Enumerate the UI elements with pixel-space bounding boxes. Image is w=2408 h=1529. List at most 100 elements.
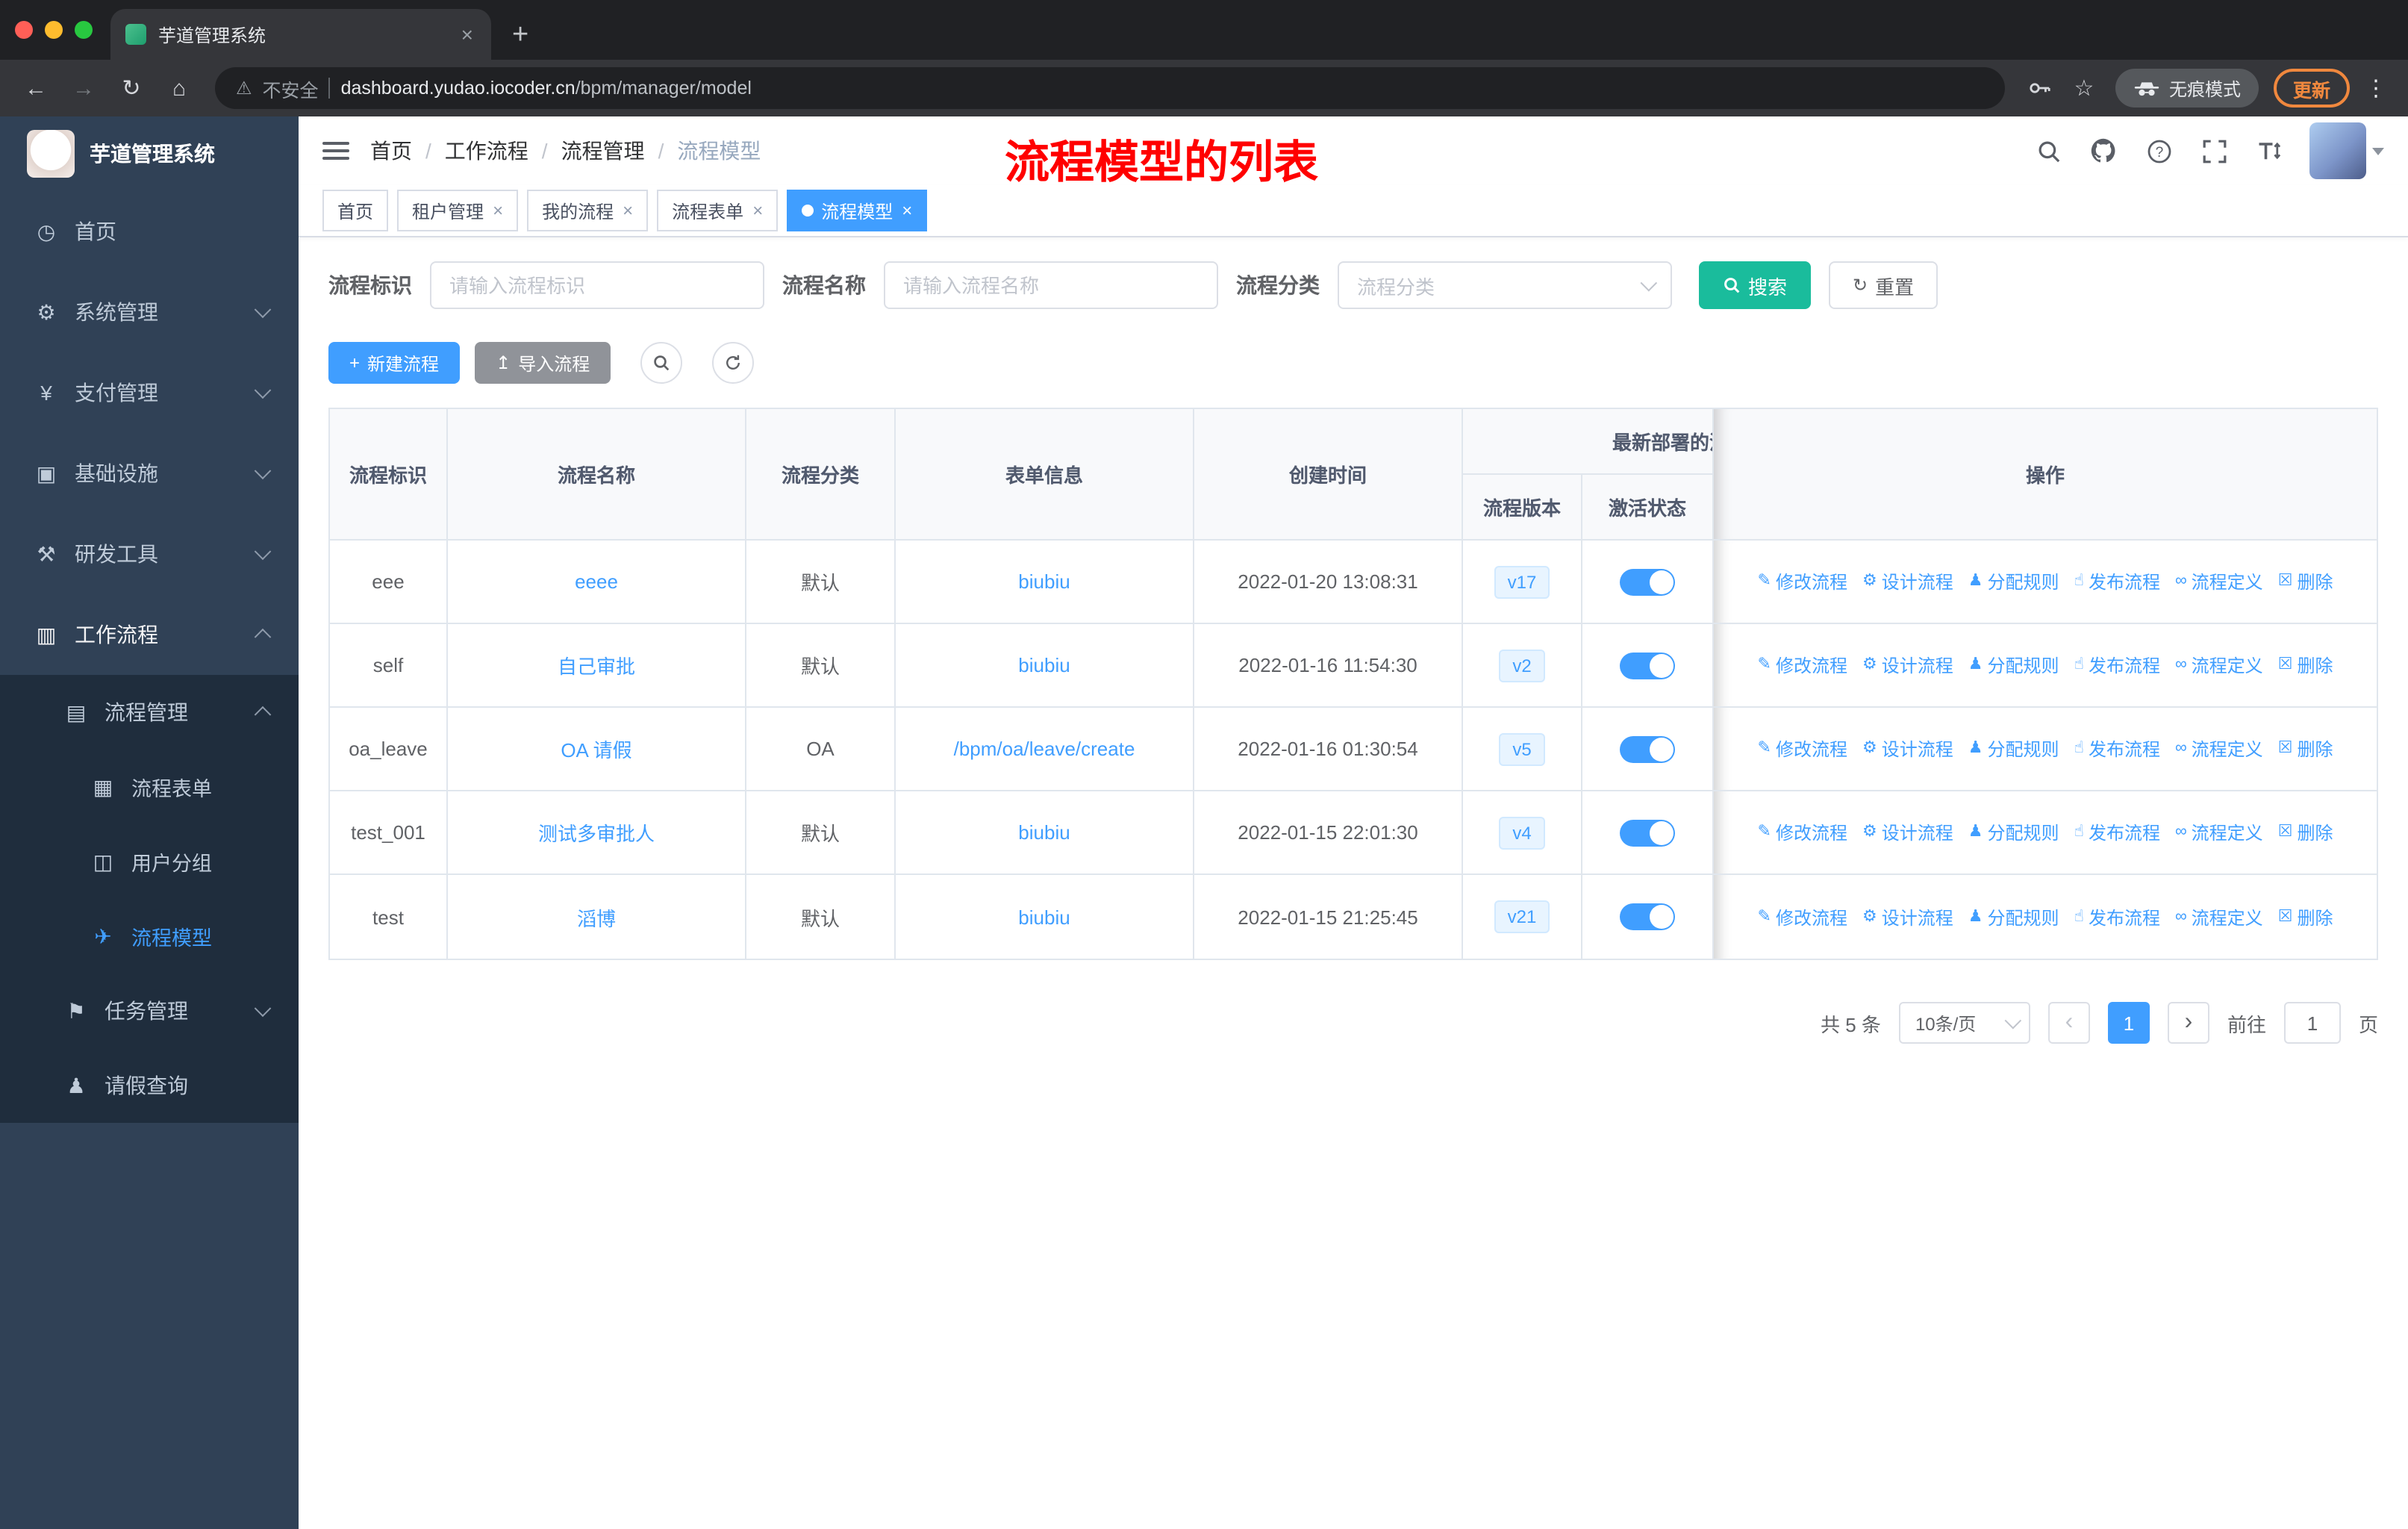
publish-process-link[interactable]: ☝ 发布流程 xyxy=(2074,820,2160,845)
search-icon[interactable] xyxy=(2033,136,2063,166)
bookmark-star-icon[interactable]: ☆ xyxy=(2065,69,2103,108)
breadcrumb-process-management[interactable]: 流程管理 xyxy=(561,136,645,166)
process-name-link[interactable]: 滔博 xyxy=(577,903,616,931)
process-name-input[interactable] xyxy=(884,261,1218,309)
design-process-link[interactable]: ⚙ 设计流程 xyxy=(1862,736,1953,762)
sidebar-item-workflow[interactable]: ▥ 工作流程 xyxy=(0,594,299,675)
active-toggle[interactable] xyxy=(1620,903,1675,930)
tag-close-icon[interactable]: × xyxy=(752,200,763,221)
browser-tab[interactable]: 芋道管理系统 × xyxy=(110,9,491,60)
tag-process-model[interactable]: 流程模型 × xyxy=(787,190,928,231)
tag-close-icon[interactable]: × xyxy=(902,200,912,221)
forward-button[interactable]: → xyxy=(63,67,105,109)
sidebar-item-dev-tools[interactable]: ⚒ 研发工具 xyxy=(0,514,299,594)
delete-process-link[interactable]: ☒ 删除 xyxy=(2278,653,2333,678)
form-info-link[interactable]: biubiu xyxy=(1018,821,1070,844)
sidebar-item-system-management[interactable]: ⚙ 系统管理 xyxy=(0,272,299,352)
process-name-link[interactable]: OA 请假 xyxy=(561,735,631,763)
address-bar[interactable]: ⚠ 不安全 dashboard.yudao.iocoder.cn/bpm/man… xyxy=(215,67,2005,109)
sidebar-item-task-management[interactable]: ⚑ 任务管理 xyxy=(0,974,299,1048)
sidebar-item-process-management[interactable]: ▤ 流程管理 xyxy=(0,675,299,750)
sidebar-item-user-group[interactable]: ◫ 用户分组 xyxy=(0,824,299,899)
breadcrumb-home[interactable]: 首页 xyxy=(370,136,412,166)
import-process-button[interactable]: ↥ 导入流程 xyxy=(475,342,611,384)
tab-close-icon[interactable]: × xyxy=(458,22,476,46)
delete-process-link[interactable]: ☒ 删除 xyxy=(2278,736,2333,762)
publish-process-link[interactable]: ☝ 发布流程 xyxy=(2074,904,2160,929)
design-process-link[interactable]: ⚙ 设计流程 xyxy=(1862,820,1953,845)
search-button[interactable]: 搜索 xyxy=(1699,261,1812,309)
process-name-link[interactable]: 测试多审批人 xyxy=(538,818,655,847)
tag-close-icon[interactable]: × xyxy=(493,200,503,221)
password-key-icon[interactable] xyxy=(2020,69,2059,108)
page-url[interactable]: dashboard.yudao.iocoder.cn/bpm/manager/m… xyxy=(341,78,752,99)
back-button[interactable]: ← xyxy=(15,67,57,109)
publish-process-link[interactable]: ☝ 发布流程 xyxy=(2074,653,2160,678)
design-process-link[interactable]: ⚙ 设计流程 xyxy=(1862,653,1953,678)
process-definition-link[interactable]: ∞ 流程定义 xyxy=(2175,736,2263,762)
create-process-button[interactable]: + 新建流程 xyxy=(328,342,461,384)
security-label[interactable]: 不安全 xyxy=(263,74,319,102)
form-info-link[interactable]: biubiu xyxy=(1018,570,1070,593)
reload-button[interactable]: ↻ xyxy=(110,67,152,109)
breadcrumb-workflow[interactable]: 工作流程 xyxy=(445,136,528,166)
sidebar-item-process-model[interactable]: ✈ 流程模型 xyxy=(0,899,299,974)
publish-process-link[interactable]: ☝ 发布流程 xyxy=(2074,569,2160,594)
process-name-link[interactable]: 自己审批 xyxy=(558,651,635,679)
current-page-button[interactable]: 1 xyxy=(2107,1002,2150,1044)
assign-rule-link[interactable]: ♟ 分配规则 xyxy=(1968,904,2059,929)
close-window-button[interactable] xyxy=(15,21,33,39)
tag-tenant-management[interactable]: 租户管理 × xyxy=(397,190,519,231)
delete-process-link[interactable]: ☒ 删除 xyxy=(2278,904,2333,929)
reset-button[interactable]: ↻ 重置 xyxy=(1829,261,1938,309)
active-toggle[interactable] xyxy=(1620,568,1675,595)
edit-process-link[interactable]: ✎ 修改流程 xyxy=(1758,736,1847,762)
app-logo[interactable]: 芋道管理系统 xyxy=(0,116,299,191)
tag-my-process[interactable]: 我的流程 × xyxy=(527,190,649,231)
edit-process-link[interactable]: ✎ 修改流程 xyxy=(1758,904,1847,929)
browser-menu-icon[interactable]: ⋮ xyxy=(2359,75,2393,102)
active-toggle[interactable] xyxy=(1620,652,1675,679)
process-definition-link[interactable]: ∞ 流程定义 xyxy=(2175,820,2263,845)
edit-process-link[interactable]: ✎ 修改流程 xyxy=(1758,820,1847,845)
publish-process-link[interactable]: ☝ 发布流程 xyxy=(2074,736,2160,762)
sidebar-item-infrastructure[interactable]: ▣ 基础设施 xyxy=(0,433,299,514)
tag-home[interactable]: 首页 xyxy=(322,190,389,231)
tag-close-icon[interactable]: × xyxy=(623,200,633,221)
delete-process-link[interactable]: ☒ 删除 xyxy=(2278,820,2333,845)
active-toggle[interactable] xyxy=(1620,819,1675,846)
update-browser-button[interactable]: 更新 xyxy=(2273,69,2350,108)
fullscreen-icon[interactable] xyxy=(2199,136,2229,166)
new-tab-button[interactable]: + xyxy=(512,21,528,49)
assign-rule-link[interactable]: ♟ 分配规则 xyxy=(1968,820,2059,845)
assign-rule-link[interactable]: ♟ 分配规则 xyxy=(1968,653,2059,678)
help-icon[interactable]: ? xyxy=(2144,136,2174,166)
form-info-link[interactable]: biubiu xyxy=(1018,654,1070,676)
home-button[interactable]: ⌂ xyxy=(158,67,200,109)
edit-process-link[interactable]: ✎ 修改流程 xyxy=(1758,569,1847,594)
github-icon[interactable] xyxy=(2089,136,2118,166)
goto-page-input[interactable] xyxy=(2283,1002,2341,1044)
minimize-window-button[interactable] xyxy=(45,21,63,39)
sidebar-item-leave-query[interactable]: ♟ 请假查询 xyxy=(0,1048,299,1123)
assign-rule-link[interactable]: ♟ 分配规则 xyxy=(1968,569,2059,594)
collapse-sidebar-icon[interactable] xyxy=(322,142,349,160)
active-toggle[interactable] xyxy=(1620,735,1675,762)
sidebar-item-home[interactable]: ◷ 首页 xyxy=(0,191,299,272)
assign-rule-link[interactable]: ♟ 分配规则 xyxy=(1968,736,2059,762)
tag-process-form[interactable]: 流程表单 × xyxy=(657,190,779,231)
process-definition-link[interactable]: ∞ 流程定义 xyxy=(2175,569,2263,594)
zoom-window-button[interactable] xyxy=(75,21,93,39)
font-size-icon[interactable] xyxy=(2254,136,2284,166)
next-page-button[interactable]: › xyxy=(2167,1002,2209,1044)
form-info-link[interactable]: biubiu xyxy=(1018,906,1070,928)
page-size-select[interactable]: 10条/页 xyxy=(1898,1002,2030,1044)
user-avatar[interactable] xyxy=(2309,122,2366,179)
process-definition-link[interactable]: ∞ 流程定义 xyxy=(2175,904,2263,929)
edit-process-link[interactable]: ✎ 修改流程 xyxy=(1758,653,1847,678)
process-key-input[interactable] xyxy=(430,261,764,309)
toggle-search-button[interactable] xyxy=(640,342,683,384)
refresh-table-button[interactable] xyxy=(712,342,755,384)
process-definition-link[interactable]: ∞ 流程定义 xyxy=(2175,653,2263,678)
sidebar-item-payment-management[interactable]: ¥ 支付管理 xyxy=(0,352,299,433)
